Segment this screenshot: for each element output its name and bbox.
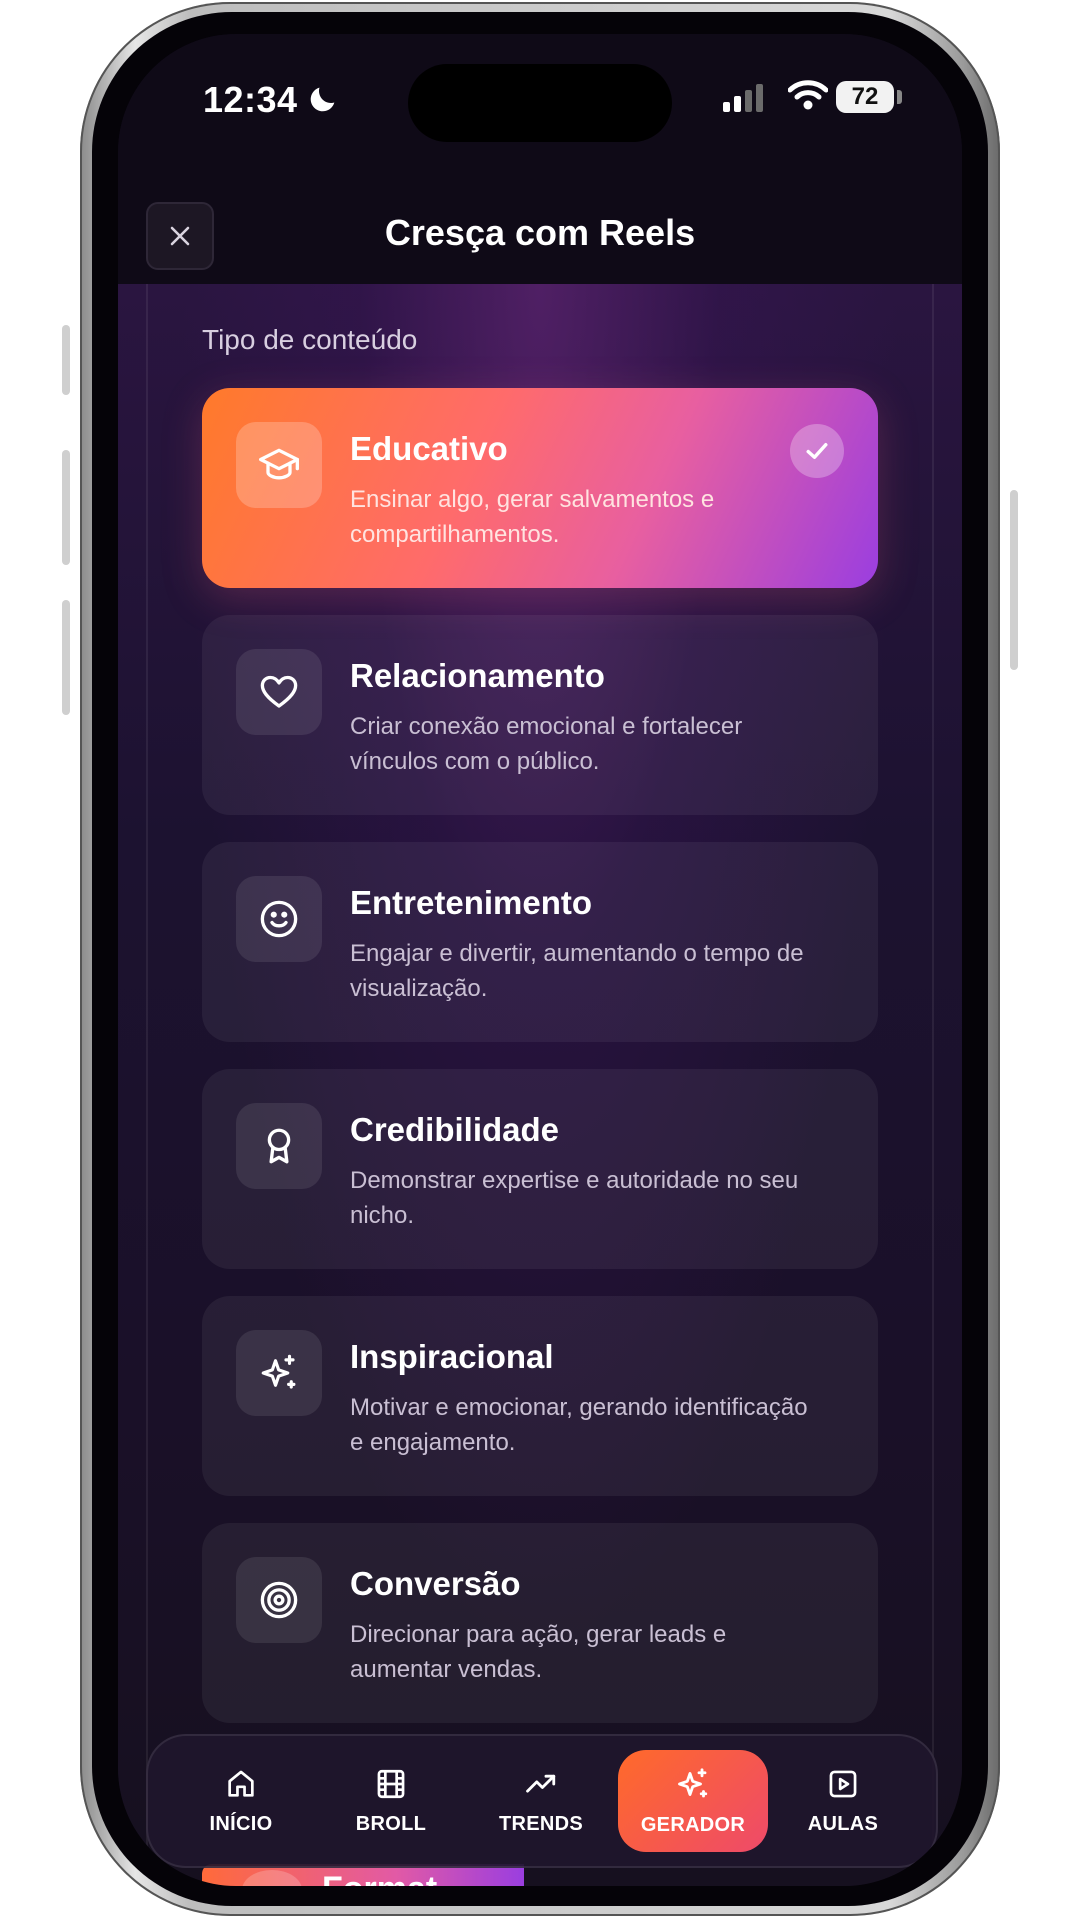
status-bar: 12:34 72 bbox=[118, 34, 962, 184]
option-description: Criar conexão emocional e fortalecer vín… bbox=[350, 713, 743, 775]
tab-label: TRENDS bbox=[498, 1812, 584, 1835]
option-card-conversao[interactable]: Conversão Direcionar para ação, gerar le… bbox=[202, 1523, 878, 1723]
home-icon bbox=[228, 1770, 254, 1797]
format-label: Format bbox=[322, 1870, 437, 1886]
option-card-inspiracional[interactable]: Inspiracional Motivar e emocionar, geran… bbox=[202, 1296, 878, 1496]
section-label: Tipo de conteúdo bbox=[202, 324, 418, 355]
graduation-cap-icon bbox=[236, 422, 322, 508]
option-description: Engajar e divertir, aumentando o tempo d… bbox=[350, 940, 804, 1002]
tab-label: GERADOR bbox=[640, 1813, 746, 1836]
signal-icon bbox=[723, 84, 763, 112]
option-title: Credibilidade bbox=[350, 1111, 560, 1148]
checkmark-icon bbox=[790, 424, 844, 478]
option-title: Relacionamento bbox=[350, 657, 605, 694]
award-icon bbox=[236, 1103, 322, 1189]
heart-icon bbox=[236, 649, 322, 735]
sparkles-icon bbox=[678, 1767, 708, 1797]
action-button bbox=[62, 325, 70, 395]
option-description: Ensinar algo, gerar salvamentos e compar… bbox=[350, 486, 715, 548]
format-icon bbox=[242, 1870, 302, 1886]
option-title: Conversão bbox=[350, 1565, 521, 1602]
page-title: Cresça com Reels bbox=[384, 212, 696, 253]
tab-label: BROLL bbox=[355, 1812, 427, 1835]
screen: 12:34 72 Cresça com Reels Tipo de conteú bbox=[118, 34, 962, 1886]
wifi-icon bbox=[788, 80, 828, 110]
play-square-icon bbox=[829, 1770, 857, 1797]
smiley-icon bbox=[236, 876, 322, 962]
option-card-entretenimento[interactable]: Entretenimento Engajar e divertir, aumen… bbox=[202, 842, 878, 1042]
power-button bbox=[1010, 490, 1018, 670]
tab-label: INÍCIO bbox=[209, 1812, 273, 1835]
option-description: Demonstrar expertise e autoridade no seu… bbox=[350, 1167, 799, 1229]
target-icon bbox=[236, 1557, 322, 1643]
option-card-educativo[interactable]: Educativo Ensinar algo, gerar salvamento… bbox=[202, 388, 878, 588]
tab-trends[interactable]: TRENDS bbox=[466, 1750, 616, 1852]
volume-down-button bbox=[62, 600, 70, 715]
tab-gerador[interactable]: GERADOR bbox=[618, 1750, 768, 1852]
tab-broll[interactable]: BROLL bbox=[316, 1750, 466, 1852]
option-title: Entretenimento bbox=[350, 884, 593, 921]
volume-up-button bbox=[62, 450, 70, 565]
status-time: 12:34 bbox=[203, 79, 298, 120]
tab-label: AULAS bbox=[807, 1812, 879, 1835]
option-description: Motivar e emocionar, gerando identificaç… bbox=[350, 1394, 808, 1456]
option-title: Educativo bbox=[350, 430, 508, 467]
battery-tip bbox=[897, 90, 902, 104]
tab-inicio[interactable]: INÍCIO bbox=[166, 1750, 316, 1852]
bottom-tab-bar: INÍCIO BROLL TRENDS GERADOR AULAS bbox=[146, 1734, 938, 1868]
header: Cresça com Reels bbox=[118, 164, 962, 284]
sparkles-icon bbox=[236, 1330, 322, 1416]
dynamic-island bbox=[408, 64, 672, 142]
option-card-relacionamento[interactable]: Relacionamento Criar conexão emocional e… bbox=[202, 615, 878, 815]
option-description: Direcionar para ação, gerar leads e aume… bbox=[350, 1621, 727, 1683]
option-title: Inspiracional bbox=[350, 1338, 554, 1375]
moon-icon bbox=[310, 87, 335, 112]
battery-indicator: 72 bbox=[836, 81, 894, 113]
content-area[interactable]: Tipo de conteúdo Educativo Ensinar algo,… bbox=[118, 284, 962, 1886]
option-card-credibilidade[interactable]: Credibilidade Demonstrar expertise e aut… bbox=[202, 1069, 878, 1269]
trending-up-icon bbox=[526, 1774, 556, 1792]
tab-aulas[interactable]: AULAS bbox=[768, 1750, 918, 1852]
film-icon bbox=[377, 1769, 405, 1798]
